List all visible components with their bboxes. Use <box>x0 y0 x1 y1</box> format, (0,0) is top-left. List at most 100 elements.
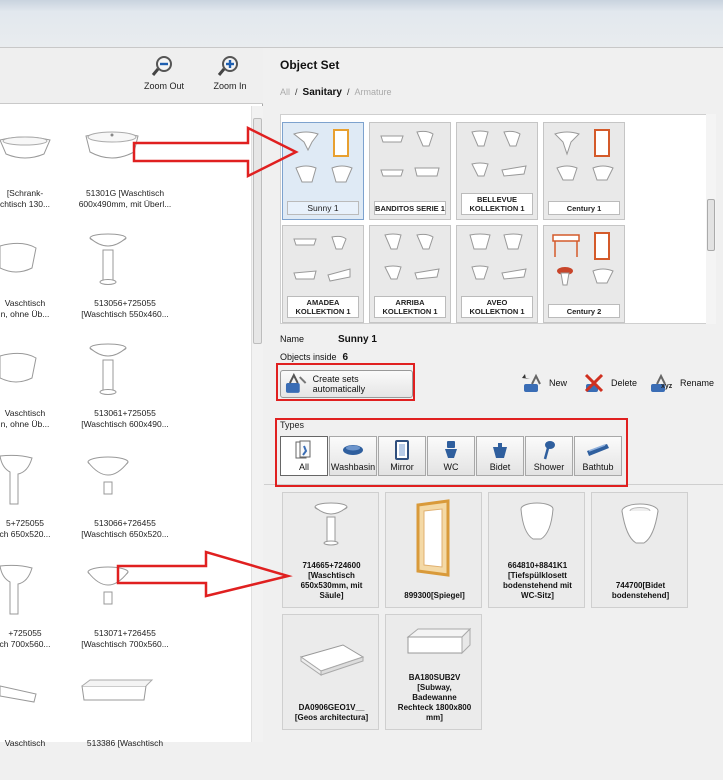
set-grid-scrollbar-thumb[interactable] <box>707 199 715 251</box>
type-shower-button[interactable]: Shower <box>525 436 573 476</box>
object-set-grid: Sunny 1 BANDITOS SERIE 1 BELLEVUE KOLLEK… <box>280 114 712 324</box>
object-tile-shower-tray[interactable]: DA0906GEO1V__ [Geos architectura] <box>282 614 379 730</box>
window-title-bar <box>0 0 723 48</box>
catalog-item-caption: 513386 [Waschtisch <box>86 738 164 748</box>
bathtub-icon <box>587 444 609 456</box>
mirror-icon <box>395 440 409 460</box>
set-preview-icon <box>293 235 351 282</box>
type-label: Bidet <box>489 462 511 472</box>
bidet-object-icon <box>621 503 659 544</box>
rename-icon: xyz <box>651 373 673 392</box>
name-label: Name <box>280 334 305 344</box>
catalog-item-caption: 513066+726455 [Waschtisch 650x520... <box>81 518 169 539</box>
set-tile-banditos[interactable]: BANDITOS SERIE 1 <box>369 122 451 220</box>
set-tile-label: Century 2 <box>548 304 620 318</box>
set-tile-arriba[interactable]: ARRIBA KOLLEKTION 1 <box>369 225 451 323</box>
new-set-label: New <box>549 378 568 388</box>
set-preview-icon <box>554 129 614 181</box>
breadcrumb-sanitary[interactable]: Sanitary <box>303 87 342 98</box>
set-tile-century-2[interactable]: Century 2 <box>543 225 625 323</box>
create-sets-automatically-button[interactable]: Create sets automatically <box>280 370 413 398</box>
type-label: Mirror <box>390 462 414 472</box>
set-tile-bellevue[interactable]: BELLEVUE KOLLEKTION 1 <box>456 122 538 220</box>
catalog-scrollbar-thumb[interactable] <box>253 118 262 344</box>
shower-tray-icon <box>299 644 365 676</box>
object-tile-bidet[interactable]: 744700[Bidet bodenstehend] <box>591 492 688 608</box>
set-tile-aveo[interactable]: AVEO KOLLEKTION 1 <box>456 225 538 323</box>
new-set-icon <box>522 373 541 392</box>
set-tile-century-1[interactable]: Century 1 <box>543 122 625 220</box>
breadcrumb-all[interactable]: All <box>280 87 290 97</box>
objects-inside-row: Objects inside 6 <box>280 352 348 363</box>
catalog-scrollbar[interactable] <box>251 106 263 742</box>
objects-inside-label: Objects inside <box>280 352 337 362</box>
delete-set-label: Delete <box>611 378 638 388</box>
set-tile-label: Sunny 1 <box>287 201 359 215</box>
type-label: Shower <box>533 462 565 472</box>
catalog-item[interactable]: 51301G [Waschtisch 600x490mm, mit Überl.… <box>60 118 190 230</box>
rename-set-button[interactable]: xyz Rename <box>649 372 714 394</box>
delete-icon <box>584 373 604 393</box>
pedestal-washbasin-icon <box>314 502 348 546</box>
breadcrumb-armature[interactable]: Armature <box>355 87 392 97</box>
object-tile-bathtub[interactable]: BA180SUB2V [Subway, Badewanne Rechteck 1… <box>385 614 482 730</box>
object-set-panel: Object Set All / Sanitary / Armature Sunny 1… <box>264 48 723 742</box>
type-bidet-button[interactable]: Bidet <box>476 436 524 476</box>
zoom-in-button[interactable]: Zoom In <box>200 54 260 100</box>
set-tile-amadea[interactable]: AMADEA KOLLEKTION 1 <box>282 225 364 323</box>
set-preview-icon <box>469 233 527 280</box>
wc-object-icon <box>520 502 554 540</box>
type-label: All <box>298 462 309 472</box>
object-tile-label: 664810+8841K1 [Tiefspülklosett bodensteh… <box>503 561 572 600</box>
washbasin-icon <box>343 445 363 455</box>
set-preview-icon <box>471 130 527 177</box>
set-tile-sunny-1[interactable]: Sunny 1 <box>282 122 364 220</box>
new-set-button[interactable]: New <box>520 372 567 394</box>
delete-set-button[interactable]: Delete <box>582 372 637 394</box>
catalog-item[interactable]: 513071+726455 [Waschtisch 700x560... <box>60 558 190 670</box>
set-tile-label: ARRIBA KOLLEKTION 1 <box>374 296 446 318</box>
all-types-icon <box>295 440 311 459</box>
set-tile-label: Century 1 <box>548 201 620 215</box>
zoom-out-icon <box>151 56 172 76</box>
object-tile-label: 744700[Bidet bodenstehend] <box>611 581 670 600</box>
create-sets-label: Create sets automatically <box>312 374 366 394</box>
zoom-out-button[interactable]: Zoom Out <box>134 54 194 100</box>
set-preview-icon <box>384 233 440 280</box>
set-grid-scrollbar[interactable] <box>706 114 716 324</box>
object-tile-washbasin[interactable]: 714665+724600 [Waschtisch 650x530mm, mit… <box>282 492 379 608</box>
type-washbasin-button[interactable]: Washbasin <box>329 436 377 476</box>
catalog-item[interactable]: 513066+726455 [Waschtisch 650x520... <box>60 448 190 560</box>
set-preview-icon <box>552 232 614 286</box>
rename-set-label: Rename <box>680 378 715 388</box>
catalog-item[interactable]: 513386 [Waschtisch <box>60 668 190 780</box>
type-wc-button[interactable]: WC <box>427 436 475 476</box>
pedestal-basin-icon <box>89 233 127 285</box>
basin-thumbnail-icon <box>87 566 129 605</box>
auto-create-icon <box>285 373 307 393</box>
catalog-item[interactable]: 513061+725055 [Waschtisch 600x490... <box>60 338 190 450</box>
type-mirror-button[interactable]: Mirror <box>378 436 426 476</box>
catalog-item-caption: 513056+725055 [Waschtisch 550x460... <box>81 298 169 319</box>
object-tile-mirror[interactable]: 899300[Spiegel] <box>385 492 482 608</box>
zoom-out-label: Zoom Out <box>143 81 184 91</box>
catalog-item[interactable]: 513056+725055 [Waschtisch 550x460... <box>60 228 190 340</box>
breadcrumb: All / Sanitary / Armature <box>280 87 392 98</box>
type-bathtub-button[interactable]: Bathtub <box>574 436 622 476</box>
type-all-button[interactable]: All <box>280 436 328 476</box>
basin-thumbnail-icon <box>81 679 154 701</box>
set-name-row: Name Sunny 1 <box>280 334 377 345</box>
object-tile-wc[interactable]: 664810+8841K1 [Tiefspülklosett bodensteh… <box>488 492 585 608</box>
divider <box>264 484 723 485</box>
set-preview-icon <box>380 130 440 177</box>
object-tile-label: BA180SUB2V [Subway, Badewanne Rechteck 1… <box>397 673 472 722</box>
catalog-item-caption: 513061+725055 [Waschtisch 600x490... <box>81 408 169 429</box>
shower-icon <box>543 441 555 460</box>
types-label: Types <box>280 420 305 430</box>
zoom-in-label: Zoom In <box>213 81 247 91</box>
catalog-panel: Zoom Out Zoom In [Schrank- chtisch 130..… <box>0 48 263 748</box>
basin-thumbnail-icon <box>87 456 129 495</box>
set-preview-icon <box>292 129 353 183</box>
object-tile-label: DA0906GEO1V__ [Geos architectura] <box>294 703 369 722</box>
object-tile-label: 899300[Spiegel] <box>404 591 465 600</box>
